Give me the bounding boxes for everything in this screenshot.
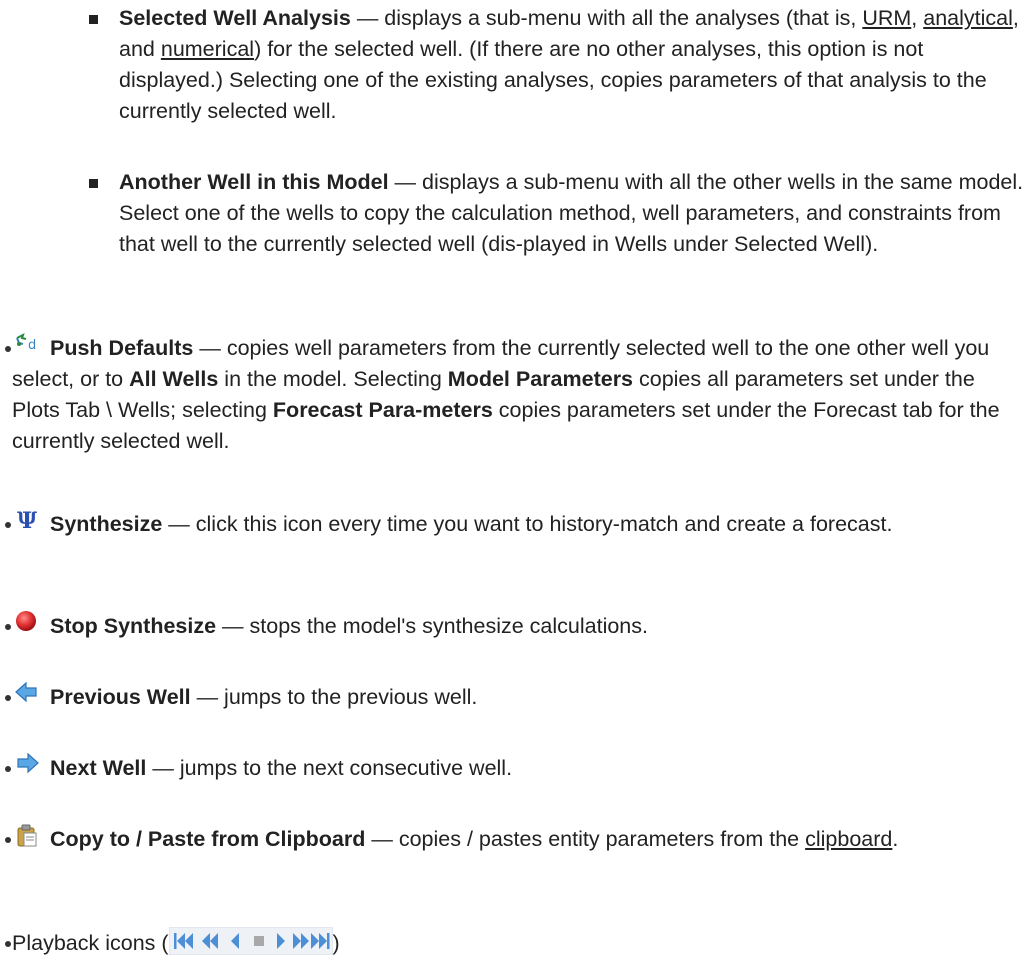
svg-text:d: d xyxy=(28,338,36,353)
stop-square-icon[interactable] xyxy=(253,936,264,946)
arrow-left-icon[interactable] xyxy=(14,681,40,707)
square-bullet-icon xyxy=(89,15,98,24)
item-title: Next Well xyxy=(50,756,147,780)
list-item-previous-well: Previous Well — jumps to the previous we… xyxy=(5,681,1024,713)
bullet-dot xyxy=(5,522,11,528)
analytical-link[interactable]: analytical xyxy=(923,6,1013,30)
numerical-link[interactable]: numerical xyxy=(161,37,254,61)
item-text: Playback icons ( xyxy=(12,931,169,955)
item-title: Synthesize xyxy=(50,512,163,536)
item-title: Another Well in this Model xyxy=(119,170,389,194)
step-back-icon[interactable] xyxy=(230,933,239,949)
help-document: Selected Well Analysis — displays a sub-… xyxy=(0,0,1032,966)
stop-icon[interactable] xyxy=(14,610,40,636)
square-bullet-icon xyxy=(89,179,98,188)
item-title: Selected Well Analysis xyxy=(119,6,351,30)
item-text: , xyxy=(911,6,924,30)
svg-text:Ψ: Ψ xyxy=(17,508,37,534)
list-item-stop-synthesize: Stop Synthesize — stops the model's synt… xyxy=(5,610,1024,642)
item-text: ) xyxy=(332,931,340,955)
playback-toolbar xyxy=(168,927,333,955)
bullet-dot xyxy=(5,766,11,772)
item-title: Stop Synthesize xyxy=(50,614,217,638)
bullet-dot xyxy=(5,695,11,701)
item-text: in the model. Selecting xyxy=(218,367,448,391)
bullet-dot xyxy=(5,624,11,630)
fast-forward-icon[interactable] xyxy=(292,933,309,949)
item-text: — jumps to the next consecutive well. xyxy=(146,756,513,780)
item-title: Previous Well xyxy=(50,685,191,709)
fast-rewind-icon[interactable] xyxy=(201,933,218,949)
list-item-synthesize: Ψ Synthesize — click this icon every tim… xyxy=(5,508,1024,540)
clipboard-icon[interactable] xyxy=(14,823,40,849)
item-text: — stops the model's synthesize calculati… xyxy=(216,614,648,638)
clipboard-link[interactable]: clipboard xyxy=(805,827,892,851)
list-item-playback: Playback icons () xyxy=(5,927,1024,959)
play-icon[interactable] xyxy=(276,933,285,949)
urm-link[interactable]: URM xyxy=(862,6,911,30)
skip-to-end-icon[interactable] xyxy=(310,933,330,949)
item-bold: All Wells xyxy=(129,367,219,391)
arrow-right-icon[interactable] xyxy=(14,752,40,778)
list-item-next-well: Next Well — jumps to the next consecutiv… xyxy=(5,752,1024,784)
item-text: — copies / pastes entity parameters from… xyxy=(365,827,806,851)
list-item-push-defaults: d Push Defaults — copies well parameters… xyxy=(5,332,1024,457)
item-text: — jumps to the previous well. xyxy=(190,685,478,709)
list-item-another-well: Another Well in this Model — displays a … xyxy=(89,167,1024,260)
bullet-dot xyxy=(5,941,11,947)
list-item-selected-well-analysis: Selected Well Analysis — displays a sub-… xyxy=(89,3,1024,127)
item-bold: Model Parameters xyxy=(447,367,634,391)
list-item-clipboard: Copy to / Paste from Clipboard — copies … xyxy=(5,823,1024,855)
skip-to-start-icon[interactable] xyxy=(173,933,193,949)
item-text: — displays a sub-menu with all the analy… xyxy=(350,6,863,30)
item-title: Push Defaults xyxy=(50,336,194,360)
item-bold: Forecast Para-meters xyxy=(272,398,493,422)
push-defaults-icon[interactable]: d xyxy=(14,332,40,358)
item-text: . xyxy=(892,827,899,851)
item-text: — click this icon every time you want to… xyxy=(162,512,893,536)
bullet-dot xyxy=(5,837,11,843)
synthesize-icon[interactable]: Ψ xyxy=(14,508,40,534)
item-title: Copy to / Paste from Clipboard xyxy=(50,827,366,851)
bullet-dot xyxy=(5,346,11,352)
